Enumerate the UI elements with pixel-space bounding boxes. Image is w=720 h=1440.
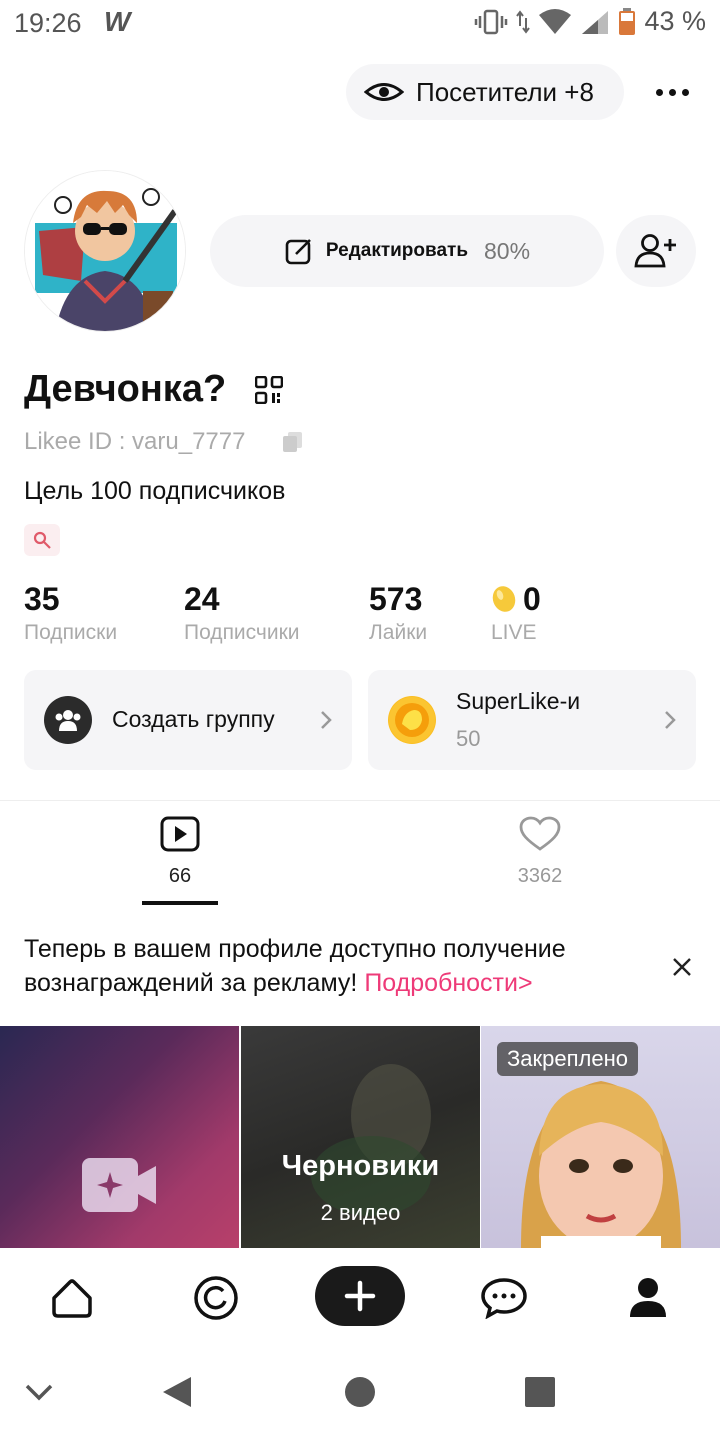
stat-following-value: 35 [24,581,60,617]
sys-collapse-button[interactable] [22,1380,56,1404]
tab-videos[interactable]: 66 [120,816,240,888]
pinned-badge: Закреплено [497,1042,638,1076]
more-dots-icon [655,88,663,96]
avatar-illustration [25,171,185,331]
edit-profile-button[interactable]: Редактировать 80% [210,215,604,287]
home-icon [52,1279,92,1318]
status-bar: 19:26 W 43 % [0,0,720,52]
stat-likes-value: 573 [369,581,423,617]
promo-details-link[interactable]: Подробности> [364,969,532,997]
superlike-card[interactable]: SuperLike-и 50 [368,670,696,770]
wifi-icon [539,8,572,34]
add-user-icon [634,234,676,268]
create-group-card[interactable]: Создать группу [24,670,352,770]
chevron-right-icon [665,711,676,729]
stat-live[interactable]: 0 LIVE [491,580,541,645]
stat-live-value-row: 0 [491,580,541,618]
nav-home[interactable] [46,1272,98,1324]
back-triangle-icon [163,1377,191,1407]
nav-explore[interactable] [190,1272,242,1324]
qr-code-icon[interactable] [255,376,283,404]
status-icons: 43 % [474,6,706,37]
nav-profile[interactable] [622,1272,674,1324]
drafts-tile[interactable]: Черновики 2 видео [241,1026,480,1248]
profile-name: Девчонка? [24,368,227,410]
bottom-nav [0,1250,720,1346]
stat-following[interactable]: 35 Подписки [24,580,117,645]
battery-icon [619,7,636,35]
edit-label: Редактировать [325,240,469,261]
sys-recents-button[interactable] [524,1376,556,1408]
bio-text: Цель 100 подписчиков [24,477,286,505]
superlike-icon [388,696,436,744]
recents-square-icon [525,1377,555,1407]
heart-icon [519,816,561,851]
signal-icon [582,10,609,34]
sys-home-button[interactable] [344,1376,376,1408]
stat-likes[interactable]: 573 Лайки [369,580,427,645]
stat-followers-value: 24 [184,581,220,617]
battery-percent: 43 % [644,6,706,36]
eye-icon [364,83,404,101]
chevron-down-icon [25,1384,53,1401]
system-nav [0,1346,720,1440]
video-play-icon [160,816,200,852]
sys-back-button[interactable] [160,1374,194,1410]
more-dot [681,88,689,96]
data-arrows-icon [516,9,531,34]
stat-followers[interactable]: 24 Подписчики [184,580,300,645]
close-icon[interactable] [670,955,694,979]
chat-icon [481,1278,527,1319]
app-notification-icon: W [104,6,131,37]
plus-icon [344,1280,376,1312]
edit-icon [285,239,311,265]
drafts-count: 2 видео [320,1200,401,1225]
pinned-video-tile[interactable]: Закреплено [481,1026,720,1248]
add-friend-button[interactable] [616,215,696,287]
visitors-label: Посетители +8 [416,76,594,107]
profile-completion: 80% [484,237,531,264]
status-time: 19:26 [14,8,82,38]
divider [0,800,720,801]
stat-likes-label: Лайки [369,621,428,644]
tab-liked[interactable]: 3362 [480,816,600,888]
video-camera-icon [82,1158,156,1212]
promo-banner: Теперь в вашем профиле доступно получени… [24,932,654,1000]
more-dot [668,88,676,96]
superlike-label: SuperLike-и [456,688,581,714]
create-button[interactable] [315,1266,405,1326]
likes-count: 3362 [517,865,563,887]
bean-icon [492,586,516,612]
likee-id: Likee ID : varu_7777 [24,428,246,455]
more-options-button[interactable] [648,72,696,112]
videos-count: 66 [168,865,192,887]
tag-chip[interactable] [24,524,60,556]
profile-icon [630,1278,666,1317]
stat-followers-label: Подписчики [184,621,300,644]
avatar[interactable] [24,170,186,332]
stat-live-value: 0 [523,581,541,617]
visitors-button[interactable]: Посетители +8 [346,64,624,120]
explore-icon [194,1276,238,1320]
create-group-label: Создать группу [112,706,275,732]
stat-live-label: LIVE [491,621,537,644]
nav-messages[interactable] [478,1272,530,1324]
vibrate-icon [475,9,508,34]
drafts-title: Черновики [281,1150,440,1182]
copy-icon[interactable] [282,431,304,453]
group-icon [44,696,92,744]
chevron-right-icon [321,711,332,729]
stat-following-label: Подписки [24,621,118,644]
superlike-count: 50 [456,726,481,751]
home-circle-icon [345,1377,375,1407]
active-tab-indicator [142,901,218,905]
search-tag-icon [33,531,51,549]
record-video-tile[interactable] [0,1026,239,1248]
